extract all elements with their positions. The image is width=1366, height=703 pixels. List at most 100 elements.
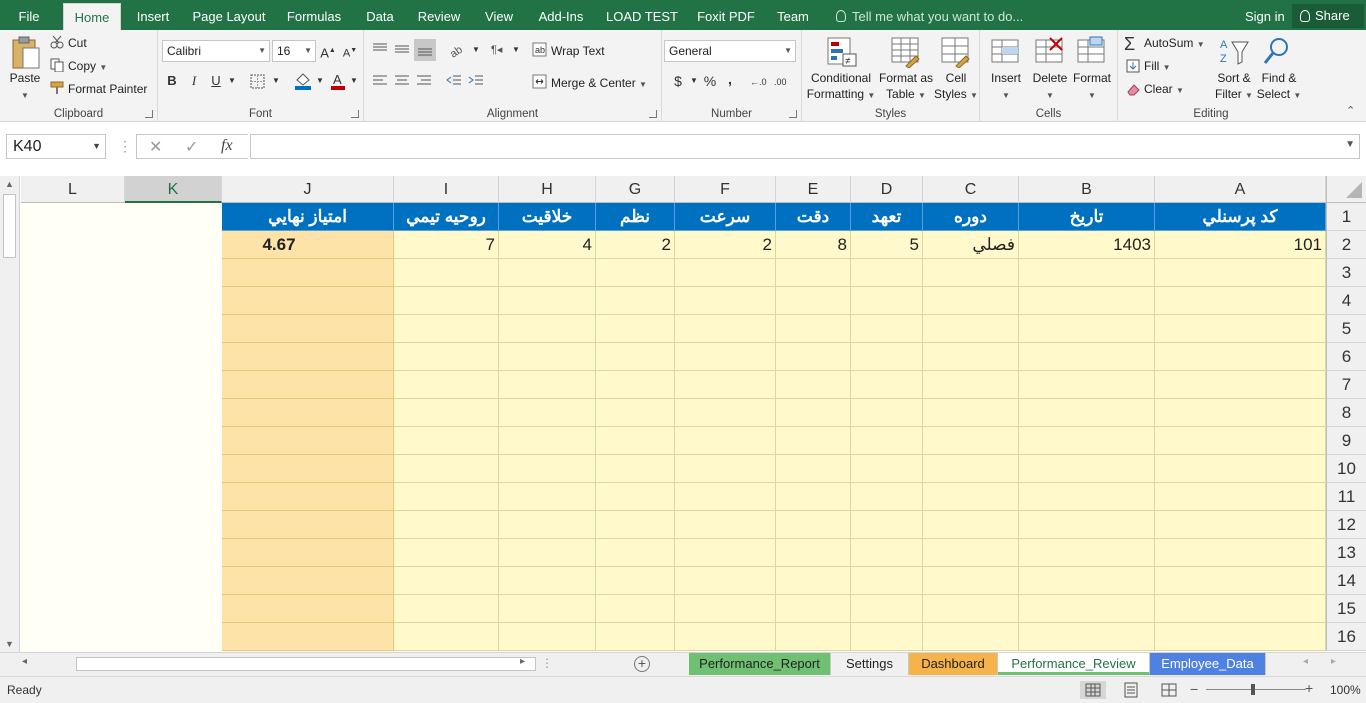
cell-l8[interactable] — [21, 399, 125, 427]
worksheet-grid[interactable]: ▲ ▼ L K J I H G F E D C B A 1 امتياز نهاي… — [0, 176, 1366, 652]
cell-f16[interactable] — [675, 623, 776, 651]
cell-c9[interactable] — [923, 427, 1019, 455]
cell-c15[interactable] — [923, 595, 1019, 623]
insert-cells-button[interactable]: Insert ▼ — [984, 70, 1028, 104]
cell-i13[interactable] — [394, 539, 499, 567]
column-header-l[interactable]: L — [21, 176, 125, 203]
scroll-down-icon[interactable]: ▼ — [5, 639, 14, 649]
cell-g5[interactable] — [596, 315, 675, 343]
column-header-c[interactable]: C — [923, 176, 1019, 203]
font-launcher-icon[interactable] — [351, 110, 359, 118]
percent-button[interactable]: % — [700, 71, 720, 91]
insert-function-icon[interactable]: fx — [221, 137, 233, 155]
sheet-tab-performance-review[interactable]: Performance_Review — [998, 653, 1150, 675]
align-right-text-icon[interactable] — [372, 74, 388, 88]
row-header-5[interactable]: 5 — [1326, 315, 1366, 343]
row-header-12[interactable]: 12 — [1326, 511, 1366, 539]
sheet-tab-performance-report[interactable]: Performance_Report — [689, 653, 831, 675]
cell-f2[interactable]: 2 — [675, 231, 776, 259]
cell-c8[interactable] — [923, 399, 1019, 427]
cell-i14[interactable] — [394, 567, 499, 595]
row-header-6[interactable]: 6 — [1326, 343, 1366, 371]
find-select-button[interactable]: Find & Select ▼ — [1256, 70, 1302, 104]
zoom-out-icon[interactable]: − — [1190, 681, 1198, 697]
increase-indent-icon[interactable] — [468, 74, 484, 88]
cell-g2[interactable]: 2 — [596, 231, 675, 259]
format-cells-button[interactable]: Format ▼ — [1070, 70, 1114, 104]
vertical-scroll-thumb[interactable] — [3, 194, 16, 258]
cell-d14[interactable] — [851, 567, 923, 595]
cell-b11[interactable] — [1019, 483, 1155, 511]
cell-f13[interactable] — [675, 539, 776, 567]
clear-button[interactable]: Clear ▼ — [1144, 82, 1184, 96]
cell-i8[interactable] — [394, 399, 499, 427]
bold-button[interactable]: B — [162, 71, 182, 91]
cell-g10[interactable] — [596, 455, 675, 483]
cell-e4[interactable] — [776, 287, 851, 315]
cell-k5[interactable] — [125, 315, 222, 343]
cell-h4[interactable] — [499, 287, 596, 315]
cell-b2[interactable]: 1403 — [1019, 231, 1155, 259]
number-launcher-icon[interactable] — [789, 110, 797, 118]
cell-l10[interactable] — [21, 455, 125, 483]
cell-e9[interactable] — [776, 427, 851, 455]
cell-d2[interactable]: 5 — [851, 231, 923, 259]
cell-d15[interactable] — [851, 595, 923, 623]
row-header-2[interactable]: 2 — [1326, 231, 1366, 259]
font-name-select[interactable]: Calibri ▼ — [162, 40, 270, 62]
scroll-right-icon[interactable]: ▸ — [520, 656, 525, 667]
cell-e2[interactable]: 8 — [776, 231, 851, 259]
cell-j7[interactable] — [222, 371, 394, 399]
decrease-indent-icon[interactable] — [446, 74, 462, 88]
cut-button[interactable]: Cut — [68, 36, 87, 50]
cell-k4[interactable] — [125, 287, 222, 315]
cell-f3[interactable] — [675, 259, 776, 287]
cell-i4[interactable] — [394, 287, 499, 315]
tab-add-ins[interactable]: Add-Ins — [533, 0, 589, 30]
borders-icon[interactable] — [250, 74, 266, 90]
align-center-text-icon[interactable] — [394, 74, 410, 88]
underline-dropdown-icon[interactable]: ▼ — [222, 71, 242, 91]
cell-k3[interactable] — [125, 259, 222, 287]
cell-g15[interactable] — [596, 595, 675, 623]
cell-b5[interactable] — [1019, 315, 1155, 343]
sheet-tab-employee-data[interactable]: Employee_Data — [1150, 653, 1266, 675]
cell-a2[interactable]: 101 — [1155, 231, 1326, 259]
cell-i12[interactable] — [394, 511, 499, 539]
cell-i9[interactable] — [394, 427, 499, 455]
cell-j9[interactable] — [222, 427, 394, 455]
cell-e3[interactable] — [776, 259, 851, 287]
fill-button[interactable]: Fill ▼ — [1144, 59, 1171, 73]
cell-e7[interactable] — [776, 371, 851, 399]
cell-c3[interactable] — [923, 259, 1019, 287]
tab-file[interactable]: File — [8, 0, 50, 30]
cell-h8[interactable] — [499, 399, 596, 427]
cell-c5[interactable] — [923, 315, 1019, 343]
cell-a7[interactable] — [1155, 371, 1326, 399]
fill-color-dropdown-icon[interactable]: ▼ — [310, 71, 330, 91]
sheet-tab-settings[interactable]: Settings — [831, 653, 909, 675]
cell-l13[interactable] — [21, 539, 125, 567]
merge-center-button[interactable]: Merge & Center ▼ — [551, 76, 647, 90]
header-cell-j1[interactable]: امتياز نهايي — [222, 203, 394, 231]
cell-b13[interactable] — [1019, 539, 1155, 567]
text-direction-dropdown-icon[interactable]: ▼ — [506, 40, 526, 60]
cell-c4[interactable] — [923, 287, 1019, 315]
format-as-table-button[interactable]: Format as Table ▼ — [878, 70, 934, 104]
cell-e15[interactable] — [776, 595, 851, 623]
cell-i15[interactable] — [394, 595, 499, 623]
cell-b4[interactable] — [1019, 287, 1155, 315]
enter-icon[interactable]: ✓ — [185, 137, 198, 157]
cell-h11[interactable] — [499, 483, 596, 511]
italic-button[interactable]: I — [184, 71, 204, 91]
cell-f15[interactable] — [675, 595, 776, 623]
cell-h7[interactable] — [499, 371, 596, 399]
new-sheet-icon[interactable]: + — [634, 656, 650, 672]
cell-l14[interactable] — [21, 567, 125, 595]
cell-a15[interactable] — [1155, 595, 1326, 623]
cell-a10[interactable] — [1155, 455, 1326, 483]
cell-f8[interactable] — [675, 399, 776, 427]
cell-g16[interactable] — [596, 623, 675, 651]
formula-bar-handle[interactable]: ⋮ — [118, 138, 132, 155]
cell-b6[interactable] — [1019, 343, 1155, 371]
